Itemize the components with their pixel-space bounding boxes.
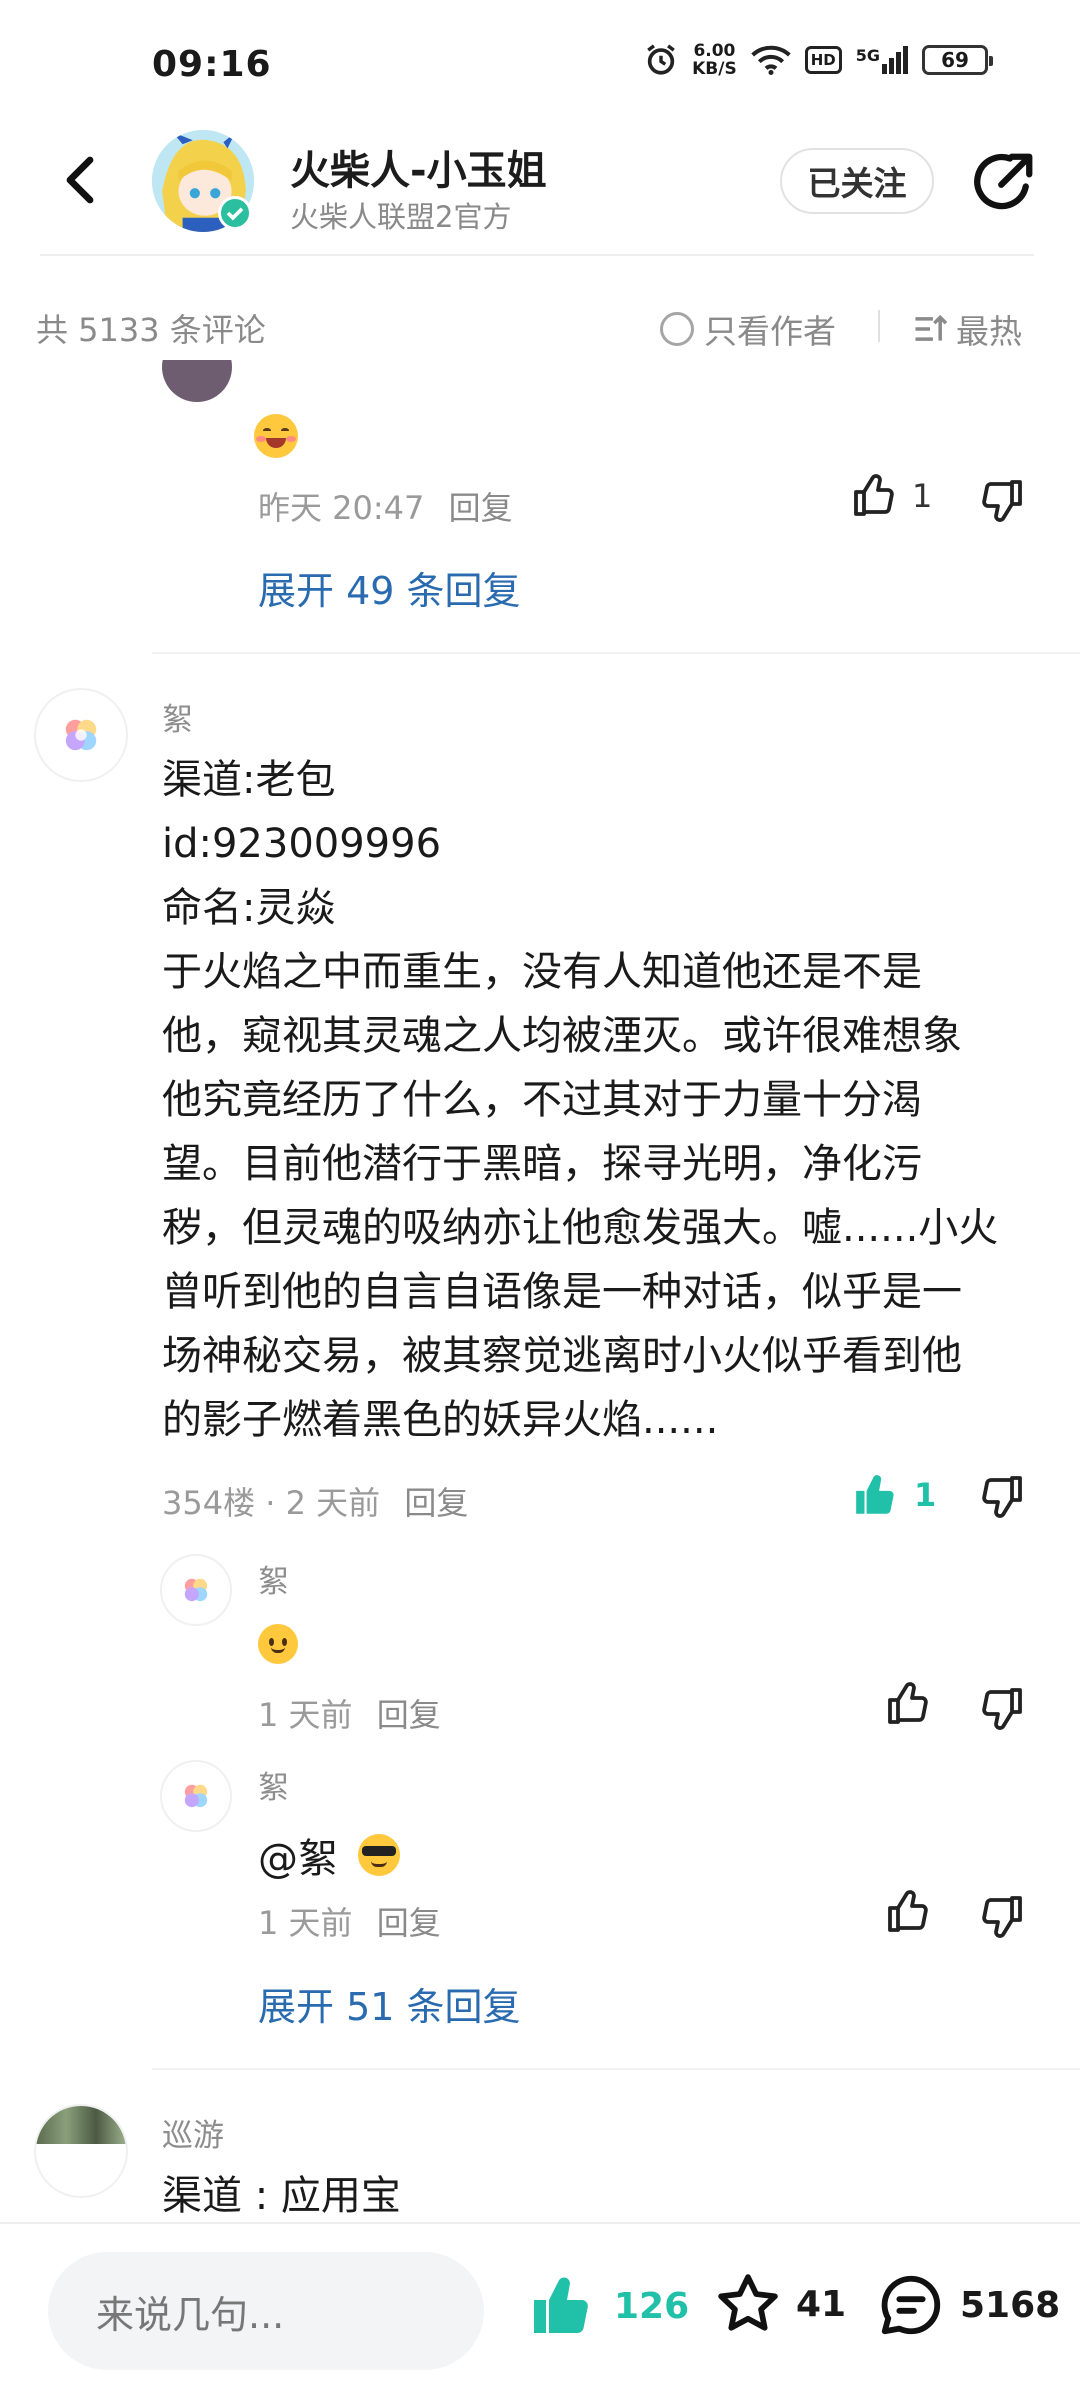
comment-line: 秽，但灵魂的吸纳亦让他愈发强大。嘘......小火	[162, 1205, 999, 1251]
comment-line: 曾听到他的自言自语像是一种对话，似乎是一	[162, 1269, 962, 1315]
reply-text: @絮	[258, 1826, 400, 1884]
flower-avatar-icon	[184, 1784, 208, 1808]
share-button[interactable]	[968, 148, 1038, 218]
favorite-button[interactable]: 41	[714, 2270, 846, 2338]
comment-input[interactable]: 来说几句...	[48, 2252, 484, 2370]
dislike-button[interactable]	[976, 1684, 1024, 1736]
like-button[interactable]	[886, 1888, 934, 1940]
expand-replies-link[interactable]: 展开 51 条回复	[258, 1976, 521, 2031]
comment-bubble-icon	[881, 2275, 941, 2335]
thumbs-down-icon	[982, 1896, 1022, 1938]
filter-divider	[878, 310, 880, 342]
reply-time: 1 天前	[258, 1696, 353, 1734]
thumbs-down-icon	[982, 480, 1022, 522]
dislike-button[interactable]	[976, 1892, 1024, 1944]
like-button[interactable]: 1	[852, 472, 932, 520]
wifi-icon	[751, 45, 791, 75]
comment-line: 他究竟经历了什么，不过其对于力量十分渴	[162, 1077, 922, 1123]
comment-line: id:923009996	[162, 821, 442, 867]
post-like-count: 126	[614, 2285, 690, 2327]
thumbs-up-filled-icon	[534, 2277, 588, 2334]
star-icon	[718, 2274, 778, 2331]
comment-username[interactable]: 絮	[162, 694, 193, 739]
sort-label: 最热	[956, 312, 1022, 351]
expand-replies-link[interactable]: 展开 49 条回复	[258, 560, 521, 615]
comment-line: 命名:灵焱	[162, 885, 336, 931]
like-count: 1	[914, 1476, 937, 1514]
signal-icon: 5G	[856, 46, 908, 74]
radio-icon	[660, 312, 694, 346]
network-speed: 6.00 KB/S	[692, 41, 737, 79]
header-divider	[40, 254, 1034, 256]
alarm-icon	[647, 44, 675, 75]
post-like-button[interactable]: 126	[528, 2270, 689, 2342]
reply-username[interactable]: 絮	[258, 1556, 289, 1601]
prev-commenter-avatar[interactable]	[162, 360, 232, 416]
reply-avatar[interactable]	[160, 1760, 232, 1832]
author-only-label: 只看作者	[704, 312, 836, 351]
comment-body: 渠道:老包 id:923009996 命名:灵焱 于火焰之中而重生，没有人知道他…	[162, 748, 1042, 1452]
reply-link[interactable]: 回复	[377, 1696, 441, 1734]
dislike-button[interactable]	[976, 476, 1024, 528]
comment-total: 5168	[960, 2284, 1061, 2326]
like-count: 1	[912, 477, 933, 515]
author-name[interactable]: 火柴人-小玉姐	[290, 138, 547, 196]
battery-indicator: 69	[922, 45, 993, 75]
thumbs-up-icon	[888, 1890, 928, 1932]
status-time: 09:16	[152, 44, 272, 85]
floor-time: 354楼 · 2 天前	[162, 1484, 381, 1522]
dislike-button[interactable]	[976, 1472, 1024, 1524]
thumbs-up-filled-icon	[856, 1475, 894, 1514]
mention-text[interactable]: @絮	[258, 1826, 338, 1884]
comment-body: 渠道 : 应用宝	[162, 2173, 401, 2219]
like-button-active[interactable]: 1	[852, 1470, 936, 1520]
thumbs-down-icon	[982, 1688, 1022, 1730]
comment-line: 望。目前他潜行于黑暗，探寻光明，净化污	[162, 1141, 922, 1187]
reply-avatar[interactable]	[160, 1554, 232, 1626]
verified-icon	[218, 196, 252, 230]
share-icon	[974, 153, 1033, 210]
thumbs-down-icon	[982, 1476, 1022, 1518]
like-button[interactable]	[886, 1680, 934, 1732]
comment-count: 共 5133 条评论	[36, 311, 266, 349]
reply-meta: 1 天前 回复	[258, 1690, 441, 1736]
thumbs-up-icon	[854, 474, 894, 516]
sort-button[interactable]: 最热	[912, 305, 1022, 353]
comment-line: 渠道:老包	[162, 757, 336, 803]
reply-link[interactable]: 回复	[404, 1484, 468, 1522]
comments-button[interactable]: 5168	[876, 2270, 1060, 2340]
reply-username[interactable]: 絮	[258, 1762, 289, 1807]
comment-line: 的影子燃着黑色的妖异火焰......	[162, 1397, 719, 1443]
prev-comment-meta: 昨天 20:47 回复	[258, 483, 513, 529]
reply-meta: 1 天前 回复	[258, 1898, 441, 1944]
emoji-blush-icon	[254, 414, 298, 458]
back-icon	[66, 156, 94, 204]
author-only-toggle[interactable]: 只看作者	[660, 305, 836, 353]
commenter-avatar[interactable]	[34, 2104, 128, 2198]
follow-button[interactable]: 已关注	[780, 148, 934, 214]
comment-separator	[152, 2068, 1080, 2070]
comment-separator	[152, 652, 1080, 654]
comment-time: 昨天 20:47	[258, 489, 425, 527]
favorite-count: 41	[796, 2283, 847, 2325]
status-icons: 6.00 KB/S HD 5G 69	[644, 41, 993, 79]
reply-time: 1 天前	[258, 1904, 353, 1942]
reply-link[interactable]: 回复	[449, 489, 513, 527]
hd-badge: HD	[804, 46, 842, 74]
emoji-cool-icon	[358, 1834, 400, 1876]
emoji-smile-icon	[258, 1624, 298, 1664]
flower-avatar-icon	[65, 719, 97, 751]
comment-line: 他，窥视其灵魂之人均被湮灭。或许很难想象	[162, 1013, 962, 1059]
main-comment-meta: 354楼 · 2 天前 回复	[162, 1478, 468, 1524]
flower-avatar-icon	[184, 1578, 208, 1602]
comment-line: 于火焰之中而重生，没有人知道他还是不是	[162, 949, 922, 995]
thumbs-up-icon	[888, 1682, 928, 1724]
comment-line: 场神秘交易，被其察觉逃离时小火似乎看到他	[162, 1333, 962, 1379]
comment-username[interactable]: 巡游	[162, 2110, 224, 2155]
reply-link[interactable]: 回复	[377, 1904, 441, 1942]
author-subtitle: 火柴人联盟2官方	[290, 200, 512, 234]
commenter-avatar[interactable]	[34, 688, 128, 782]
back-button[interactable]	[52, 150, 112, 210]
sort-icon	[915, 314, 948, 341]
